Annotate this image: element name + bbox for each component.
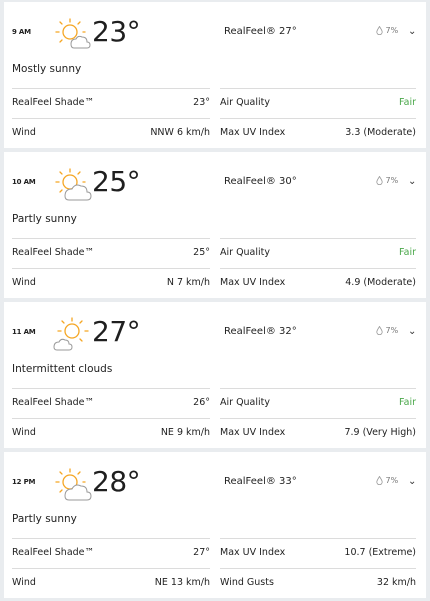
- temperature: 28°: [92, 465, 141, 498]
- detail-value: 26°: [193, 397, 210, 408]
- hour-label: 11 AM: [12, 328, 36, 336]
- mostly-sunny-icon: [55, 18, 91, 49]
- detail-label: Max UV Index: [220, 427, 286, 438]
- detail-value: 27°: [193, 547, 210, 558]
- detail-label: Wind: [12, 127, 36, 138]
- detail-row: RealFeel Shade™ 27° Max UV Index 10.7 (E…: [4, 538, 426, 566]
- detail-label: Max UV Index: [220, 277, 286, 288]
- air-quality-value: Fair: [399, 247, 416, 258]
- chevron-down-icon[interactable]: ⌄: [408, 326, 416, 337]
- detail-cell: Wind NE 13 km/h: [12, 568, 210, 597]
- detail-value: NNW 6 km/h: [150, 127, 210, 138]
- precipitation: 7%: [376, 26, 398, 35]
- temperature: 27°: [92, 315, 141, 348]
- condition-text: Partly sunny: [12, 513, 77, 525]
- partly-sunny-icon: [55, 168, 92, 201]
- precipitation-value: 7%: [385, 476, 399, 485]
- detail-label: Wind: [12, 277, 36, 288]
- chevron-down-icon[interactable]: ⌄: [408, 176, 416, 187]
- temperature: 23°: [92, 15, 141, 48]
- precipitation-value: 7%: [385, 176, 399, 185]
- detail-value: NE 9 km/h: [160, 427, 210, 438]
- detail-label: Wind: [12, 577, 36, 588]
- temperature: 25°: [92, 165, 141, 198]
- hourly-card[interactable]: 10 AM 25° RealFeel® 30° 7% ⌄ Partly sunn…: [4, 152, 426, 298]
- detail-row: Wind NE 13 km/h Wind Gusts 32 km/h: [4, 568, 426, 596]
- detail-row: RealFeel Shade™ 26° Air Quality Fair: [4, 388, 426, 416]
- detail-cell: Air Quality Fair: [220, 88, 416, 117]
- realfeel-value: RealFeel® 32°: [224, 326, 297, 337]
- detail-label: Air Quality: [220, 247, 271, 258]
- precipitation-value: 7%: [385, 326, 399, 335]
- detail-label: Air Quality: [220, 97, 271, 108]
- detail-cell: RealFeel Shade™ 23°: [12, 88, 210, 117]
- realfeel-value: RealFeel® 30°: [224, 176, 297, 187]
- precipitation: 7%: [376, 476, 398, 485]
- detail-cell: Wind NNW 6 km/h: [12, 118, 210, 147]
- detail-cell: Air Quality Fair: [220, 238, 416, 267]
- condition-text: Intermittent clouds: [12, 363, 113, 375]
- condition-text: Mostly sunny: [12, 63, 82, 75]
- detail-value: 7.9 (Very High): [344, 427, 416, 438]
- detail-value: 3.3 (Moderate): [345, 127, 416, 138]
- detail-cell: Wind N 7 km/h: [12, 268, 210, 297]
- detail-cell: Max UV Index 3.3 (Moderate): [220, 118, 416, 147]
- hourly-card[interactable]: 12 PM 28° RealFeel® 33° 7% ⌄ Partly sunn…: [4, 452, 426, 598]
- detail-cell: Wind NE 9 km/h: [12, 418, 210, 447]
- precipitation-value: 7%: [385, 26, 399, 35]
- raindrop-icon: [376, 476, 383, 485]
- detail-label: Max UV Index: [220, 547, 286, 558]
- hourly-forecast-page: { "hours": [ { "time": "9 AM", "temp": "…: [0, 0, 430, 601]
- hourly-card[interactable]: 11 AM 27° RealFeel® 32° 7% ⌄ Intermitten…: [4, 302, 426, 448]
- detail-label: Max UV Index: [220, 127, 286, 138]
- detail-cell: Max UV Index 7.9 (Very High): [220, 418, 416, 447]
- raindrop-icon: [376, 176, 383, 185]
- detail-cell: Air Quality Fair: [220, 388, 416, 417]
- air-quality-value: Fair: [399, 397, 416, 408]
- precipitation: 7%: [376, 326, 398, 335]
- detail-label: Wind Gusts: [220, 577, 274, 588]
- detail-value: 23°: [193, 97, 210, 108]
- air-quality-value: Fair: [399, 97, 416, 108]
- chevron-down-icon[interactable]: ⌄: [408, 476, 416, 487]
- hour-label: 9 AM: [12, 28, 31, 36]
- hour-label: 12 PM: [12, 478, 36, 486]
- detail-cell: RealFeel Shade™ 25°: [12, 238, 210, 267]
- detail-row: Wind N 7 km/h Max UV Index 4.9 (Moderate…: [4, 268, 426, 296]
- detail-row: RealFeel Shade™ 23° Air Quality Fair: [4, 88, 426, 116]
- detail-cell: Max UV Index 4.9 (Moderate): [220, 268, 416, 297]
- detail-cell: RealFeel Shade™ 26°: [12, 388, 210, 417]
- hour-label: 10 AM: [12, 178, 36, 186]
- raindrop-icon: [376, 326, 383, 335]
- detail-label: RealFeel Shade™: [12, 397, 95, 408]
- hourly-card[interactable]: 9 AM 23° RealFeel® 27° 7% ⌄ Mostly sunny…: [4, 2, 426, 148]
- detail-cell: Wind Gusts 32 km/h: [220, 568, 416, 597]
- detail-value: 25°: [193, 247, 210, 258]
- detail-label: RealFeel Shade™: [12, 97, 95, 108]
- detail-label: Air Quality: [220, 397, 271, 408]
- realfeel-value: RealFeel® 33°: [224, 476, 297, 487]
- detail-value: NE 13 km/h: [154, 577, 210, 588]
- realfeel-value: RealFeel® 27°: [224, 26, 297, 37]
- detail-row: Wind NE 9 km/h Max UV Index 7.9 (Very Hi…: [4, 418, 426, 446]
- detail-value: N 7 km/h: [166, 277, 210, 288]
- detail-row: Wind NNW 6 km/h Max UV Index 3.3 (Modera…: [4, 118, 426, 146]
- detail-value: 4.9 (Moderate): [345, 277, 416, 288]
- detail-cell: Max UV Index 10.7 (Extreme): [220, 538, 416, 567]
- condition-text: Partly sunny: [12, 213, 77, 225]
- chevron-down-icon[interactable]: ⌄: [408, 26, 416, 37]
- detail-row: RealFeel Shade™ 25° Air Quality Fair: [4, 238, 426, 266]
- detail-cell: RealFeel Shade™ 27°: [12, 538, 210, 567]
- detail-value: 32 km/h: [376, 577, 416, 588]
- precipitation: 7%: [376, 176, 398, 185]
- detail-label: RealFeel Shade™: [12, 247, 95, 258]
- raindrop-icon: [376, 26, 383, 35]
- intermittent-clouds-icon: [53, 317, 89, 351]
- detail-value: 10.7 (Extreme): [344, 547, 416, 558]
- detail-label: RealFeel Shade™: [12, 547, 95, 558]
- detail-label: Wind: [12, 427, 36, 438]
- partly-sunny-icon: [55, 468, 92, 501]
